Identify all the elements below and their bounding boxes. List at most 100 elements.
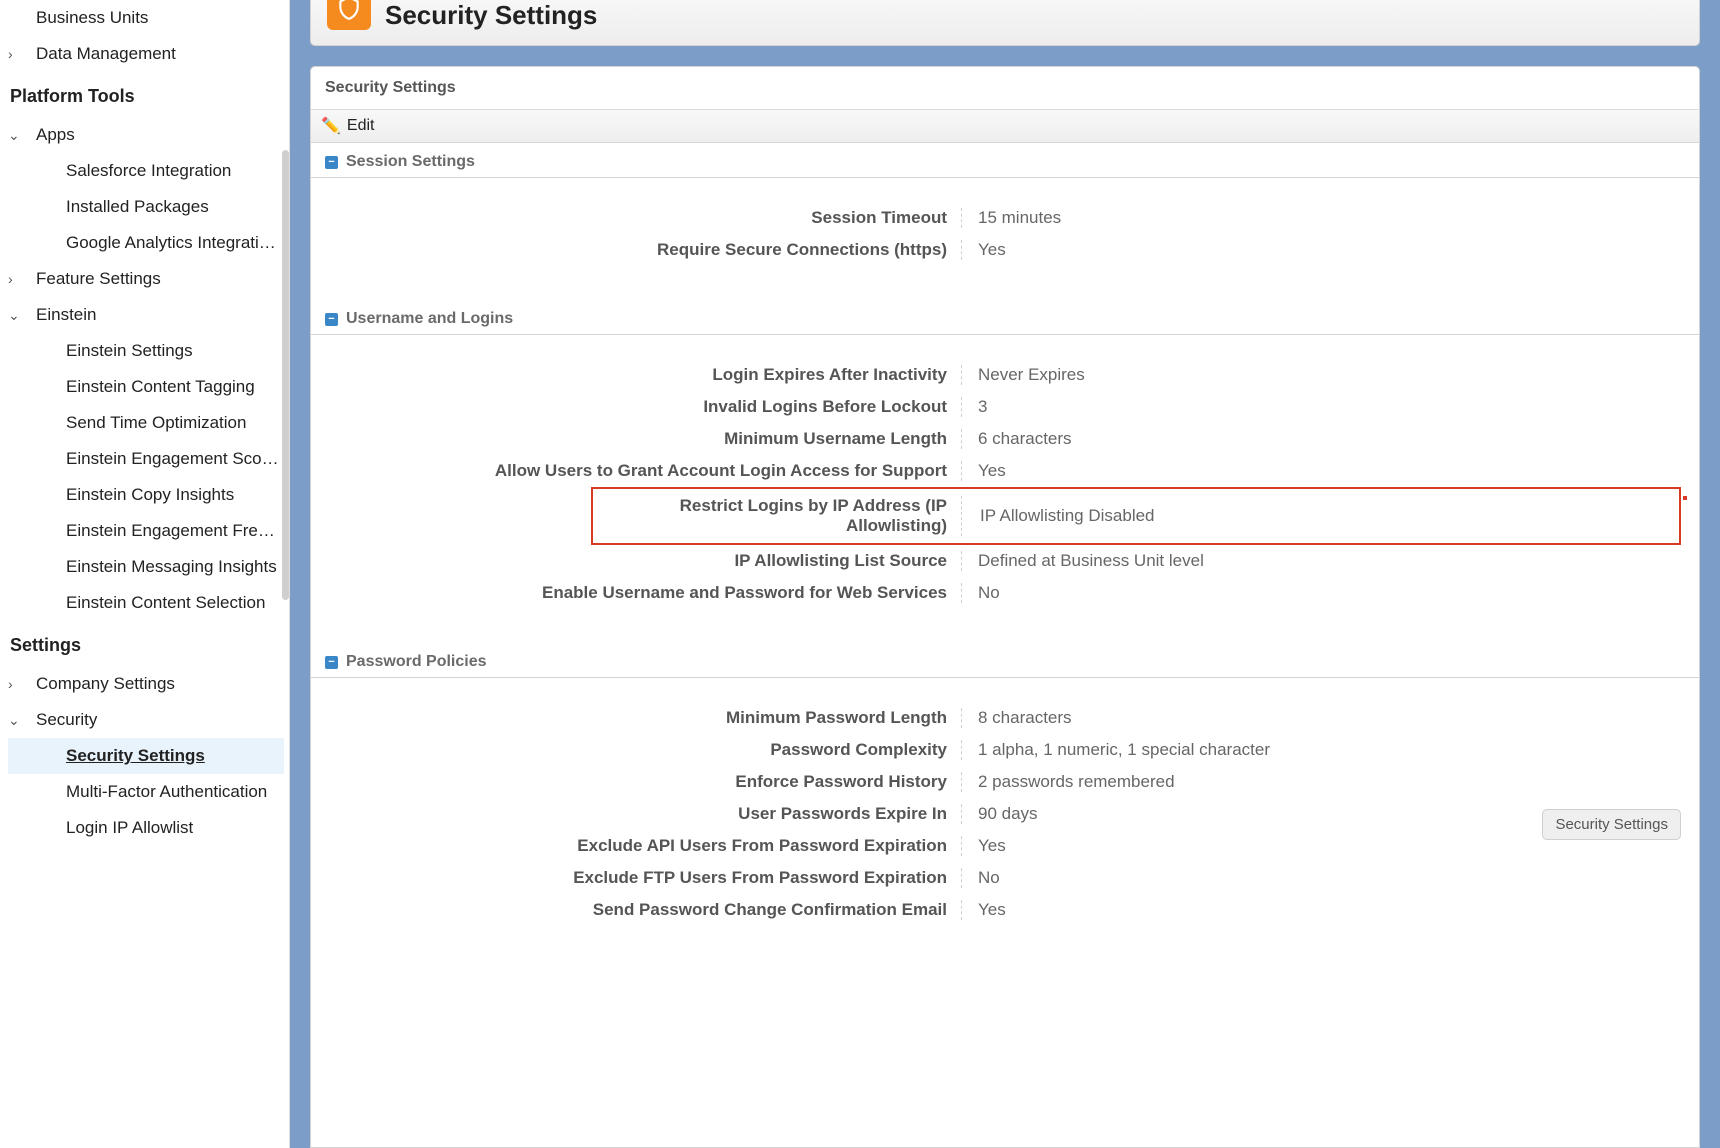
minus-icon: − — [325, 656, 338, 669]
nav-google-analytics[interactable]: Google Analytics Integrati… — [8, 225, 284, 261]
row-pw-complexity: Password Complexity 1 alpha, 1 numeric, … — [331, 734, 1679, 766]
nav-label: Einstein Content Selection — [66, 593, 265, 613]
section-title: Password Policies — [346, 653, 487, 671]
setting-value: IP Allowlisting Disabled — [962, 506, 1155, 526]
nav-einstein-engagement-score[interactable]: Einstein Engagement Scor… — [8, 441, 284, 477]
nav-label: Einstein — [36, 305, 96, 325]
setting-value: Never Expires — [962, 365, 1085, 385]
setting-value: 6 characters — [962, 429, 1072, 449]
nav-label: Salesforce Integration — [66, 161, 231, 181]
nav-label: Feature Settings — [36, 269, 161, 289]
setting-label: Session Timeout — [331, 208, 961, 228]
nav-einstein-engagement-freq[interactable]: Einstein Engagement Freq… — [8, 513, 284, 549]
nav-label: Data Management — [36, 44, 176, 64]
edit-button[interactable]: ✏️ Edit — [311, 110, 1699, 143]
nav-security[interactable]: ⌄ Security — [8, 702, 284, 738]
nav-einstein-messaging-insights[interactable]: Einstein Messaging Insights — [8, 549, 284, 585]
chevron-down-icon: ⌄ — [8, 712, 36, 729]
row-session-timeout: Session Timeout 15 minutes — [331, 202, 1679, 234]
nav-data-management[interactable]: › Data Management — [8, 36, 284, 72]
row-min-pw-length: Minimum Password Length 8 characters — [331, 702, 1679, 734]
nav-login-ip-allowlist[interactable]: Login IP Allowlist — [8, 810, 284, 846]
nav-einstein-content-tagging[interactable]: Einstein Content Tagging — [8, 369, 284, 405]
setting-value: Yes — [962, 900, 1006, 920]
session-body: Session Timeout 15 minutes Require Secur… — [311, 178, 1699, 300]
row-grant-support-access: Allow Users to Grant Account Login Acces… — [331, 455, 1679, 487]
nav-company-settings[interactable]: › Company Settings — [8, 666, 284, 702]
page-header: Security Settings — [310, 0, 1700, 46]
nav-label: Business Units — [36, 8, 148, 28]
nav-business-units[interactable]: Business Units — [8, 0, 284, 36]
minus-icon: − — [325, 156, 338, 169]
section-username-logins[interactable]: − Username and Logins — [311, 300, 1699, 335]
nav-label: Multi-Factor Authentication — [66, 782, 267, 802]
nav-label: Installed Packages — [66, 197, 209, 217]
setting-label: Login Expires After Inactivity — [331, 365, 961, 385]
setting-value: Defined at Business Unit level — [962, 551, 1204, 571]
nav-label: Einstein Copy Insights — [66, 485, 234, 505]
chevron-right-icon: › — [8, 676, 36, 692]
pencil-icon: ✏️ — [321, 116, 341, 136]
setting-label: Minimum Password Length — [331, 708, 961, 728]
nav-mfa[interactable]: Multi-Factor Authentication — [8, 774, 284, 810]
nav-einstein-content-selection[interactable]: Einstein Content Selection — [8, 585, 284, 621]
nav-feature-settings[interactable]: › Feature Settings — [8, 261, 284, 297]
nav-label: Send Time Optimization — [66, 413, 246, 433]
setting-value: 15 minutes — [962, 208, 1061, 228]
nav-apps[interactable]: ⌄ Apps — [8, 117, 284, 153]
nav-send-time-optimization[interactable]: Send Time Optimization — [8, 405, 284, 441]
main-content: Security Settings Security Settings ✏️ E… — [290, 0, 1720, 1148]
row-min-username: Minimum Username Length 6 characters — [331, 423, 1679, 455]
setting-label: Send Password Change Confirmation Email — [331, 900, 961, 920]
setting-label: Enable Username and Password for Web Ser… — [331, 583, 961, 603]
nav-label: Einstein Engagement Freq… — [66, 521, 280, 541]
nav-security-settings[interactable]: Security Settings — [8, 738, 284, 774]
nav-label: Einstein Messaging Insights — [66, 557, 277, 577]
chevron-down-icon: ⌄ — [8, 307, 36, 324]
row-invalid-logins: Invalid Logins Before Lockout 3 — [331, 391, 1679, 423]
nav-group-settings: Settings — [8, 621, 284, 666]
nav-einstein-settings[interactable]: Einstein Settings — [8, 333, 284, 369]
nav-installed-packages[interactable]: Installed Packages — [8, 189, 284, 225]
nav-salesforce-integration[interactable]: Salesforce Integration — [8, 153, 284, 189]
section-session-settings[interactable]: − Session Settings — [311, 143, 1699, 178]
section-password-policies[interactable]: − Password Policies — [311, 643, 1699, 678]
tooltip-popover: Security Settings — [1542, 809, 1681, 840]
setting-value: Yes — [962, 836, 1006, 856]
setting-value: 90 days — [962, 804, 1038, 824]
row-secure-connections: Require Secure Connections (https) Yes — [331, 234, 1679, 266]
nav-label: Einstein Content Tagging — [66, 377, 255, 397]
edit-label: Edit — [347, 117, 375, 135]
nav-einstein[interactable]: ⌄ Einstein — [8, 297, 284, 333]
sidebar: Business Units › Data Management Platfor… — [0, 0, 290, 1148]
nav-label: Google Analytics Integrati… — [66, 233, 276, 253]
setting-label: Exclude API Users From Password Expirati… — [331, 836, 961, 856]
row-restrict-ip: Restrict Logins by IP Address (IP Allowl… — [593, 491, 1679, 541]
password-body: Security Settings Minimum Password Lengt… — [311, 678, 1699, 960]
row-pw-change-email: Send Password Change Confirmation Email … — [331, 894, 1679, 926]
panel-title: Security Settings — [311, 67, 1699, 110]
setting-value: No — [962, 868, 1000, 888]
row-login-expires: Login Expires After Inactivity Never Exp… — [331, 359, 1679, 391]
row-ip-source: IP Allowlisting List Source Defined at B… — [331, 545, 1679, 577]
nav-label: Einstein Settings — [66, 341, 193, 361]
nav-label: Company Settings — [36, 674, 175, 694]
setting-label: IP Allowlisting List Source — [331, 551, 961, 571]
nav-group-platform-tools: Platform Tools — [8, 72, 284, 117]
setting-label: Allow Users to Grant Account Login Acces… — [331, 461, 961, 481]
row-exclude-ftp: Exclude FTP Users From Password Expirati… — [331, 862, 1679, 894]
scrollbar-thumb[interactable] — [282, 150, 289, 600]
setting-value: 1 alpha, 1 numeric, 1 special character — [962, 740, 1270, 760]
section-title: Session Settings — [346, 153, 475, 171]
row-pw-expire: User Passwords Expire In 90 days — [331, 798, 1679, 830]
setting-label: Restrict Logins by IP Address (IP Allowl… — [593, 496, 961, 536]
setting-label: Invalid Logins Before Lockout — [331, 397, 961, 417]
setting-label: Require Secure Connections (https) — [331, 240, 961, 260]
nav-einstein-copy-insights[interactable]: Einstein Copy Insights — [8, 477, 284, 513]
chevron-down-icon: ⌄ — [8, 127, 36, 144]
settings-panel: Security Settings ✏️ Edit − Session Sett… — [310, 66, 1700, 1148]
chevron-right-icon: › — [8, 46, 36, 62]
nav-label: Einstein Engagement Scor… — [66, 449, 280, 469]
row-exclude-api: Exclude API Users From Password Expirati… — [331, 830, 1679, 862]
setting-label: Minimum Username Length — [331, 429, 961, 449]
